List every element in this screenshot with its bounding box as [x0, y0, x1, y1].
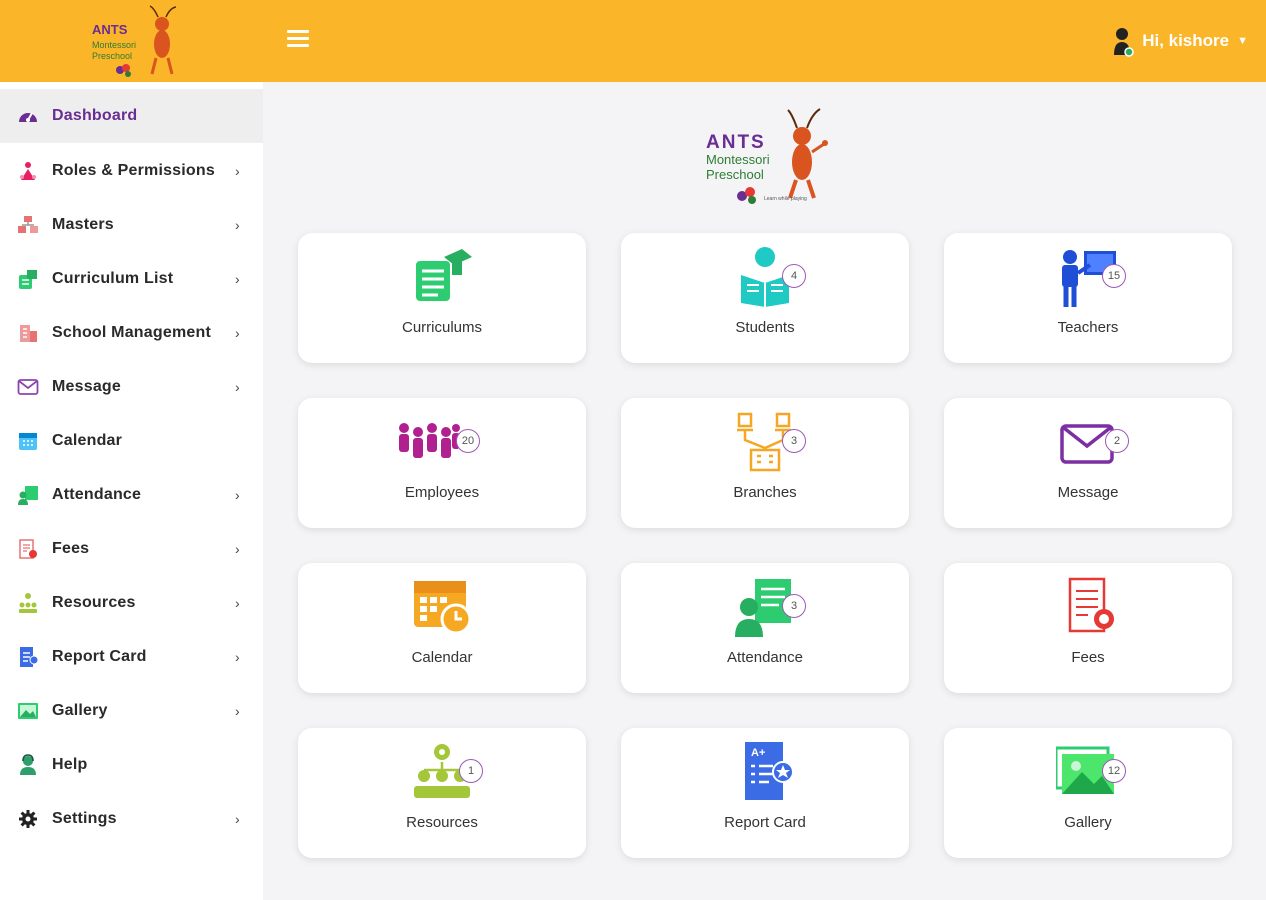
svg-text:Montessori: Montessori [706, 152, 770, 167]
calendar-icon [16, 429, 40, 453]
sidebar-item-calendar[interactable]: Calendar [0, 414, 263, 468]
sidebar-item-roles[interactable]: Roles & Permissions › [0, 144, 263, 198]
chevron-right-icon: › [235, 487, 240, 503]
employees-icon [396, 410, 460, 472]
count-badge: 4 [782, 264, 806, 288]
sidebar-item-attendance[interactable]: Attendance › [0, 468, 263, 522]
card-message[interactable]: 2 Message [944, 398, 1232, 528]
calendar-icon [410, 575, 474, 637]
svg-text:Learn while playing: Learn while playing [764, 196, 807, 202]
help-icon [16, 753, 40, 777]
hamburger-icon[interactable] [287, 30, 309, 50]
fees-icon [16, 537, 40, 561]
card-report-card[interactable]: A+ Report Card [621, 728, 909, 858]
chevron-right-icon: › [235, 271, 240, 287]
chevron-right-icon: › [235, 325, 240, 341]
envelope-icon [16, 375, 40, 399]
sidebar-item-settings[interactable]: Settings › [0, 792, 263, 846]
chevron-right-icon: › [235, 541, 240, 557]
svg-text:ANTS: ANTS [92, 22, 128, 37]
chevron-right-icon: › [235, 163, 240, 179]
card-students[interactable]: 4 Students [621, 233, 909, 363]
report-card-icon [16, 645, 40, 669]
chevron-right-icon: › [235, 595, 240, 611]
count-badge: 1 [459, 759, 483, 783]
school-icon [16, 321, 40, 345]
chevron-right-icon: › [235, 217, 240, 233]
attendance-icon [16, 483, 40, 507]
sidebar-item-curriculum[interactable]: Curriculum List › [0, 252, 263, 306]
school-logo: ANTS Montessori Preschool Learn while pl… [702, 104, 832, 208]
sidebar-item-gallery[interactable]: Gallery › [0, 684, 263, 738]
card-branches[interactable]: 3 Branches [621, 398, 909, 528]
sidebar-item-dashboard[interactable]: Dashboard [0, 89, 263, 143]
count-badge: 15 [1102, 264, 1126, 288]
brand-logo[interactable]: ANTS Montessori Preschool [88, 4, 188, 80]
resources-icon [16, 591, 40, 615]
gear-icon [16, 807, 40, 831]
sidebar-item-message[interactable]: Message › [0, 360, 263, 414]
svg-text:A+: A+ [751, 747, 765, 759]
top-bar: ANTS Montessori Preschool Hi, kishore ▼ [0, 0, 1266, 82]
curriculum-icon [410, 245, 474, 307]
svg-text:ANTS: ANTS [706, 132, 766, 153]
chevron-right-icon: › [235, 649, 240, 665]
card-calendar[interactable]: Calendar [298, 563, 586, 693]
card-gallery[interactable]: 12 Gallery [944, 728, 1232, 858]
sidebar-item-resources[interactable]: Resources › [0, 576, 263, 630]
card-curriculums[interactable]: Curriculums [298, 233, 586, 363]
report-card-icon: A+ [733, 740, 797, 802]
svg-text:Preschool: Preschool [92, 51, 132, 61]
gallery-icon [16, 699, 40, 723]
chevron-right-icon: › [235, 379, 240, 395]
user-greeting: Hi, kishore [1142, 31, 1230, 50]
dashboard-icon [16, 104, 40, 128]
user-menu[interactable]: Hi, kishore ▼ [1112, 24, 1248, 58]
svg-text:Preschool: Preschool [706, 167, 764, 182]
fees-icon [1056, 575, 1120, 637]
svg-text:Montessori: Montessori [92, 40, 136, 50]
sidebar: Dashboard Roles & Permissions › Masters … [0, 82, 263, 900]
chevron-right-icon: › [235, 811, 240, 827]
count-badge: 3 [782, 594, 806, 618]
sidebar-item-school-management[interactable]: School Management › [0, 306, 263, 360]
count-badge: 2 [1105, 429, 1129, 453]
curriculum-icon [16, 267, 40, 291]
roles-icon [16, 159, 40, 183]
card-resources[interactable]: 1 Resources [298, 728, 586, 858]
chevron-right-icon: › [235, 703, 240, 719]
count-badge: 20 [456, 429, 480, 453]
card-attendance[interactable]: 3 Attendance [621, 563, 909, 693]
user-icon [1112, 25, 1134, 57]
card-employees[interactable]: 20 Employees [298, 398, 586, 528]
sidebar-item-help[interactable]: Help [0, 738, 263, 792]
sidebar-item-fees[interactable]: Fees › [0, 522, 263, 576]
card-teachers[interactable]: 15 Teachers [944, 233, 1232, 363]
sidebar-item-report-card[interactable]: Report Card › [0, 630, 263, 684]
count-badge: 12 [1102, 759, 1126, 783]
card-fees[interactable]: Fees [944, 563, 1232, 693]
sidebar-item-masters[interactable]: Masters › [0, 198, 263, 252]
count-badge: 3 [782, 429, 806, 453]
masters-icon [16, 213, 40, 237]
chevron-down-icon: ▼ [1237, 35, 1248, 47]
